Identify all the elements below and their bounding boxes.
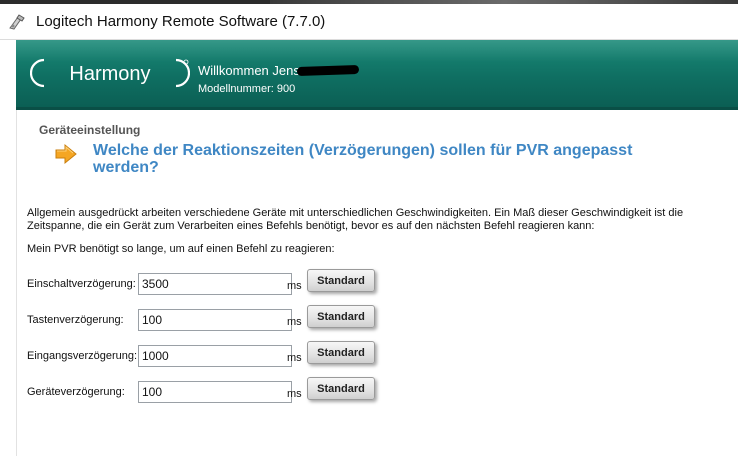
- page-question: Welche der Reaktionszeiten (Verzögerunge…: [93, 142, 633, 176]
- power-on-delay-unit: ms: [287, 280, 302, 292]
- title-bar[interactable]: Logitech Harmony Remote Software (7.7.0): [0, 4, 738, 40]
- welcome-text: Willkommen Jens: [198, 63, 300, 78]
- key-delay-unit: ms: [287, 316, 302, 328]
- input-delay-default-button[interactable]: Standard: [307, 341, 375, 364]
- delay-row-input: Eingangsverzögerung: ms Standard: [27, 341, 738, 369]
- key-delay-label: Tastenverzögerung:: [27, 314, 124, 326]
- window-title: Logitech Harmony Remote Software (7.7.0): [36, 13, 326, 30]
- header-banner: Harmony Willkommen Jens Modellnummer: 90…: [16, 40, 738, 110]
- section-title: Geräteeinstellung: [39, 123, 141, 137]
- key-delay-input[interactable]: [138, 309, 292, 331]
- power-on-delay-input[interactable]: [138, 273, 292, 295]
- power-on-delay-label: Einschaltverzögerung:: [27, 278, 136, 290]
- app-icon: [9, 14, 25, 30]
- key-delay-default-button[interactable]: Standard: [307, 305, 375, 328]
- delay-row-power-on: Einschaltverzögerung: ms Standard: [27, 269, 738, 297]
- device-delay-default-button[interactable]: Standard: [307, 377, 375, 400]
- main-content: Geräteeinstellung Welche der Reaktionsze…: [16, 110, 738, 456]
- harmony-logo-text: Harmony: [69, 63, 150, 85]
- intro-text: Mein PVR benötigt so lange, um auf einen…: [27, 243, 335, 255]
- device-delay-label: Geräteverzögerung:: [27, 386, 125, 398]
- delay-row-device: Geräteverzögerung: ms Standard: [27, 377, 738, 405]
- input-delay-label: Eingangsverzögerung:: [27, 350, 138, 362]
- input-delay-input[interactable]: [138, 345, 292, 367]
- delay-row-key: Tastenverzögerung: ms Standard: [27, 305, 738, 333]
- input-delay-unit: ms: [287, 352, 302, 364]
- arrow-right-icon: [55, 143, 77, 165]
- model-number: Modellnummer: 900: [198, 83, 296, 95]
- power-on-delay-default-button[interactable]: Standard: [307, 269, 375, 292]
- redacted-name: [296, 64, 360, 77]
- device-delay-unit: ms: [287, 388, 302, 400]
- harmony-logo: Harmony: [30, 58, 190, 88]
- device-delay-input[interactable]: [138, 381, 292, 403]
- description-text: Allgemein ausgedrückt arbeiten verschied…: [27, 207, 684, 232]
